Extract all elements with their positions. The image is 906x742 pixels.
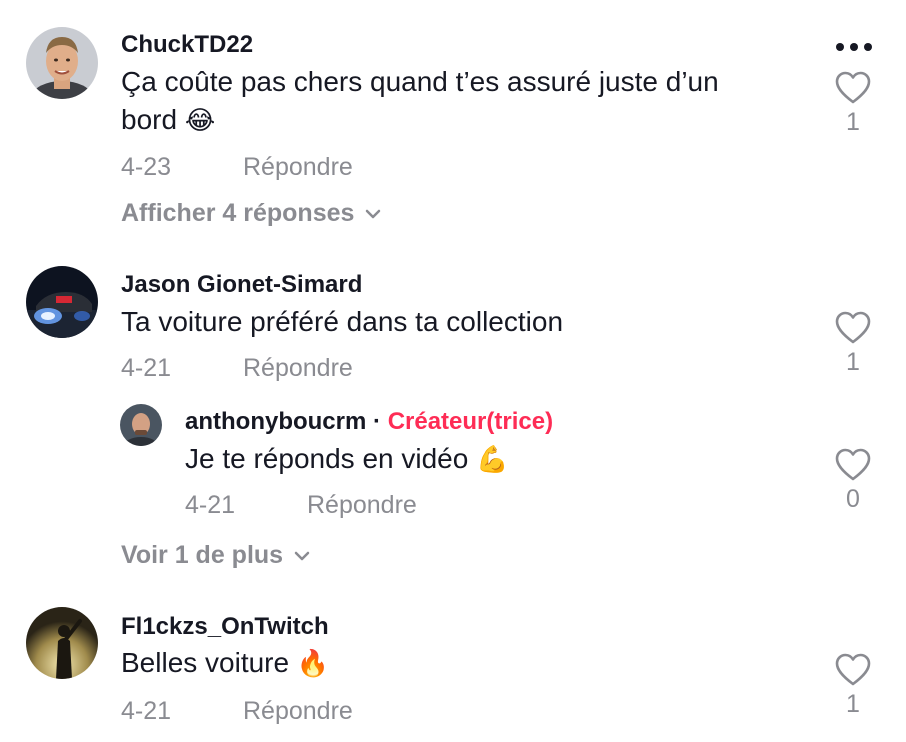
like-button[interactable]: 1	[828, 653, 878, 719]
like-button[interactable]: 0	[828, 448, 878, 514]
car-night-avatar-icon	[26, 266, 98, 338]
heart-outline-icon	[835, 448, 871, 481]
reply-username: anthonyboucrm · Créateur(trice)	[185, 407, 553, 437]
show-more-replies-button[interactable]: Voir 1 de plus	[121, 540, 313, 570]
comment-text: Ta voiture préféré dans ta collection	[121, 303, 781, 341]
chevron-down-icon	[366, 210, 381, 219]
heart-outline-icon	[835, 311, 871, 344]
username[interactable]: ChuckTD22	[121, 30, 253, 60]
like-button[interactable]: 1	[828, 71, 878, 137]
reply-body: Je te réponds en vidéo	[185, 443, 469, 474]
show-more-label: Voir 1 de plus	[121, 541, 284, 569]
more-dots-icon	[836, 43, 872, 51]
avatar-chucktd22[interactable]	[26, 27, 98, 99]
heart-outline-icon	[835, 653, 871, 686]
reply-button[interactable]: Répondre	[243, 152, 353, 182]
reply-date: 4-21	[185, 491, 236, 519]
man-portrait-avatar-icon	[26, 27, 98, 99]
more-options-button[interactable]	[834, 40, 874, 54]
concert-silhouette-avatar-icon	[26, 607, 98, 679]
heart-outline-icon	[835, 71, 871, 104]
avatar-fl1ckzs-ontwitch[interactable]	[26, 607, 98, 679]
reply-text: Je te réponds en vidéo 💪	[185, 440, 785, 479]
comment-text: Belles voiture 🔥	[121, 644, 781, 683]
reply-button[interactable]: Répondre	[307, 490, 417, 520]
username[interactable]: Fl1ckzs_OnTwitch	[121, 612, 329, 642]
reply-button[interactable]: Répondre	[243, 696, 353, 726]
chevron-down-icon	[294, 552, 310, 561]
avatar-jason-gionet-simard[interactable]	[26, 266, 98, 338]
show-replies-label: Afficher 4 réponses	[121, 199, 355, 227]
fire-emoji-icon: 🔥	[296, 649, 330, 679]
username[interactable]: Jason Gionet-Simard	[121, 270, 362, 300]
comment-date: 4-23	[121, 153, 172, 181]
like-button[interactable]: 1	[828, 311, 878, 377]
comment-date: 4-21	[121, 354, 172, 382]
comment-body: Ta voiture préféré dans ta collection	[121, 306, 564, 337]
avatar-anthonyboucrm[interactable]	[120, 404, 162, 446]
flexed-biceps-emoji-icon: 💪	[476, 445, 509, 475]
reply-author[interactable]: anthonyboucrm	[185, 408, 366, 435]
like-count: 1	[846, 690, 860, 718]
separator-dot: ·	[373, 408, 382, 435]
show-replies-button[interactable]: Afficher 4 réponses	[121, 198, 384, 228]
like-count: 1	[846, 108, 860, 136]
laughing-emoji-icon: 😂	[184, 106, 216, 136]
creator-badge: Créateur(trice)	[387, 408, 554, 435]
like-count: 1	[846, 348, 860, 376]
comment-body: Belles voiture	[121, 647, 290, 678]
reply-button[interactable]: Répondre	[243, 353, 353, 383]
bald-man-avatar-icon	[120, 404, 162, 446]
like-count: 0	[846, 485, 860, 513]
comment-text: Ça coûte pas chers quand t’es assuré jus…	[121, 63, 781, 140]
comment-date: 4-21	[121, 697, 172, 725]
